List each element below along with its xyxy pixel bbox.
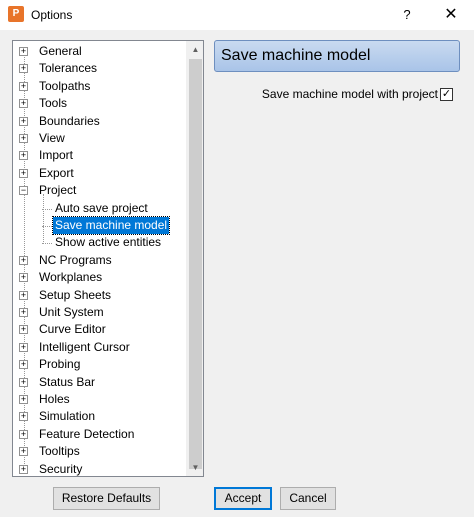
expand-icon[interactable]: + bbox=[19, 464, 28, 474]
tree-item-label: Import bbox=[39, 148, 74, 163]
cancel-button[interactable]: Cancel bbox=[280, 487, 336, 510]
tree-item-label: Probing bbox=[39, 357, 81, 372]
tree-item-curve-editor[interactable]: + Curve Editor bbox=[15, 321, 185, 338]
tree-item-label: Toolpaths bbox=[39, 78, 91, 93]
expand-icon[interactable]: + bbox=[19, 64, 28, 74]
expand-icon[interactable]: + bbox=[19, 134, 28, 143]
accept-button[interactable]: Accept bbox=[214, 487, 272, 510]
tree-item-label: Intelligent Cursor bbox=[39, 339, 130, 354]
tree-item-label: Security bbox=[39, 461, 83, 476]
tree-item-label: Export bbox=[39, 165, 74, 180]
expand-icon[interactable]: + bbox=[19, 377, 28, 387]
tree-item-export[interactable]: + Export bbox=[15, 165, 185, 182]
tree-item-holes[interactable]: + Holes bbox=[15, 391, 185, 408]
tree-item-tooltips[interactable]: + Tooltips bbox=[15, 443, 185, 460]
expand-icon[interactable]: + bbox=[19, 151, 28, 161]
tree-item-label: Save machine model bbox=[51, 216, 171, 235]
tree-item-label: Tolerances bbox=[39, 61, 98, 76]
tree-item-view[interactable]: + View bbox=[15, 130, 185, 147]
tree-item-simulation[interactable]: + Simulation bbox=[15, 408, 185, 425]
scroll-down-arrow-icon[interactable]: ▼ bbox=[187, 459, 203, 476]
scroll-up-arrow-icon[interactable]: ▲ bbox=[187, 41, 203, 58]
tree-item-label: Boundaries bbox=[39, 113, 100, 128]
expand-icon[interactable]: + bbox=[19, 395, 28, 404]
expand-icon[interactable]: + bbox=[19, 325, 28, 335]
expand-icon[interactable]: + bbox=[19, 290, 28, 300]
save-machine-model-option[interactable]: Save machine model with project ✓ bbox=[214, 86, 460, 102]
tree-item-toolpaths[interactable]: + Toolpaths bbox=[15, 78, 185, 95]
expand-icon[interactable]: + bbox=[19, 99, 28, 109]
tree-item-general[interactable]: + General bbox=[15, 43, 185, 60]
tree-item-label: Tooltips bbox=[39, 444, 80, 459]
window-title: Options bbox=[31, 8, 73, 22]
expand-icon[interactable]: + bbox=[19, 255, 28, 265]
tree-item-status-bar[interactable]: + Status Bar bbox=[15, 374, 185, 391]
tree-item-unit-system[interactable]: + Unit System bbox=[15, 304, 185, 321]
tree-scrollbar[interactable]: ▲ ▼ bbox=[186, 41, 203, 476]
tree-item-tools[interactable]: + Tools bbox=[15, 95, 185, 112]
tree-item-label: Auto save project bbox=[55, 200, 148, 215]
save-machine-model-checkbox[interactable]: ✓ bbox=[440, 88, 453, 101]
tree-item-probing[interactable]: + Probing bbox=[15, 356, 185, 373]
collapse-icon[interactable]: − bbox=[19, 186, 28, 196]
tree-item-label: General bbox=[39, 44, 82, 58]
expand-icon[interactable]: + bbox=[19, 116, 28, 126]
expand-icon[interactable]: + bbox=[19, 429, 28, 439]
restore-defaults-button[interactable]: Restore Defaults bbox=[53, 487, 160, 510]
tree-item-security[interactable]: + Security bbox=[15, 461, 185, 476]
expand-icon[interactable]: + bbox=[19, 447, 28, 457]
tree-item-import[interactable]: + Import bbox=[15, 147, 185, 164]
tree-item-label: Setup Sheets bbox=[39, 287, 112, 302]
tree-item-label: Curve Editor bbox=[39, 322, 106, 337]
expand-icon[interactable]: + bbox=[19, 412, 28, 422]
tree-item-label: NC Programs bbox=[39, 252, 112, 267]
expand-icon[interactable]: + bbox=[19, 47, 28, 56]
tree-item-label: Holes bbox=[39, 392, 70, 406]
tree-item-nc-programs[interactable]: + NC Programs bbox=[15, 252, 185, 269]
tree-item-label: Simulation bbox=[39, 409, 96, 424]
tree-item-label: Unit System bbox=[39, 305, 104, 319]
tree-item-workplanes[interactable]: + Workplanes bbox=[15, 269, 185, 286]
tree-item-label: Feature Detection bbox=[39, 426, 135, 441]
tree-item-boundaries[interactable]: + Boundaries bbox=[15, 113, 185, 130]
tree-item-setup-sheets[interactable]: + Setup Sheets bbox=[15, 287, 185, 304]
expand-icon[interactable]: + bbox=[19, 308, 28, 317]
tree-item-feature-detection[interactable]: + Feature Detection bbox=[15, 426, 185, 443]
expand-icon[interactable]: + bbox=[19, 168, 28, 178]
help-button[interactable]: ? bbox=[392, 0, 422, 30]
check-icon: ✓ bbox=[441, 88, 452, 100]
title-bar: P Options ? ✕ bbox=[0, 0, 474, 30]
tree-item-label: Show active entities bbox=[55, 235, 162, 250]
tree-item-label: Tools bbox=[39, 96, 68, 111]
options-tree[interactable]: + General + Tolerances + Toolpaths + Tools + Boun… bbox=[12, 40, 204, 477]
tree-item-label: Workplanes bbox=[39, 270, 103, 285]
tree-item-intelligent-cursor[interactable]: + Intelligent Cursor bbox=[15, 339, 185, 356]
tree-item-label: View bbox=[39, 131, 65, 145]
option-label: Save machine model with project bbox=[261, 87, 438, 101]
tree-item-label: Status Bar bbox=[39, 374, 96, 389]
section-header: Save machine model bbox=[214, 40, 460, 72]
close-button[interactable]: ✕ bbox=[428, 0, 474, 30]
expand-icon[interactable]: + bbox=[19, 273, 28, 283]
expand-icon[interactable]: + bbox=[19, 81, 28, 91]
scroll-thumb[interactable] bbox=[189, 59, 202, 469]
expand-icon[interactable]: + bbox=[19, 342, 28, 352]
app-icon: P bbox=[8, 6, 24, 22]
expand-icon[interactable]: + bbox=[19, 360, 28, 370]
tree-item-tolerances[interactable]: + Tolerances bbox=[15, 60, 185, 77]
tree-item-project[interactable]: − Project bbox=[15, 182, 185, 199]
tree-connector-line bbox=[43, 193, 44, 244]
